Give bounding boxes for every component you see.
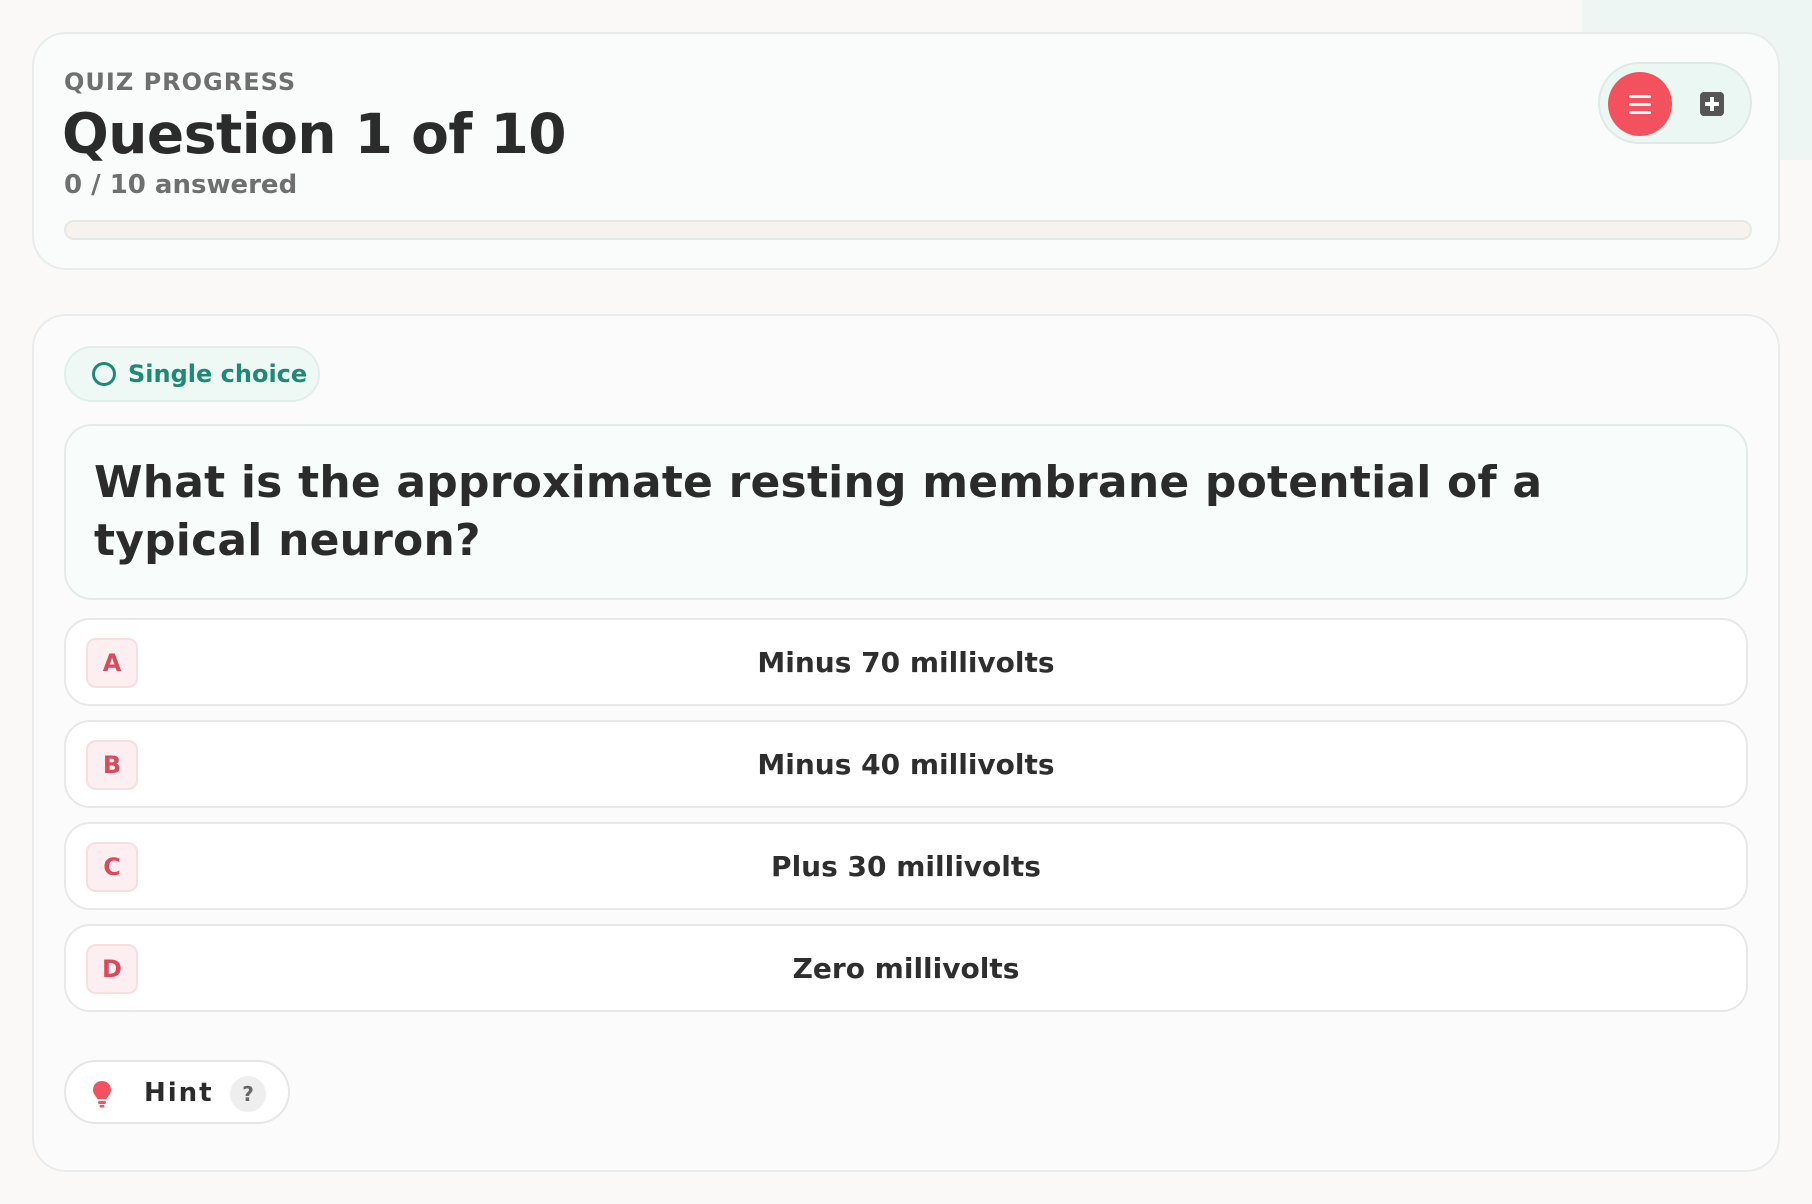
lightbulb-icon [93,1081,111,1108]
hint-label: Hint [144,1078,214,1108]
question-card: Single choice What is the approximate re… [32,314,1780,1172]
hint-button[interactable]: Hint ? [64,1060,290,1124]
radio-circle-icon [92,362,116,386]
answer-option-b[interactable]: B Minus 40 millivolts [64,720,1748,808]
question-text: What is the approximate resting membrane… [94,457,1543,566]
answer-option-a[interactable]: A Minus 70 millivolts [64,618,1748,706]
answered-count: 0 / 10 answered [64,170,298,200]
hamburger-menu-icon [1629,94,1651,98]
question-type-badge: Single choice [64,346,320,402]
option-text: Minus 70 millivolts [757,645,1055,679]
question-prompt-box: What is the approximate resting membrane… [64,424,1748,600]
quiz-toolbar [1598,62,1752,144]
add-square-icon[interactable] [1700,92,1724,116]
question-mark-icon: ? [230,1076,266,1112]
progress-eyebrow: QUIZ PROGRESS [64,68,297,96]
answer-option-c[interactable]: C Plus 30 millivolts [64,822,1748,910]
option-text: Plus 30 millivolts [771,849,1041,883]
question-type-label: Single choice [128,360,308,388]
answer-option-d[interactable]: D Zero millivolts [64,924,1748,1012]
option-text: Minus 40 millivolts [757,747,1055,781]
option-text: Zero millivolts [792,951,1020,985]
progress-bar [64,220,1752,240]
question-counter-title: Question 1 of 10 [62,102,567,166]
menu-button[interactable] [1608,72,1672,136]
quiz-progress-card: QUIZ PROGRESS Question 1 of 10 0 / 10 an… [32,32,1780,270]
quiz-page: QUIZ PROGRESS Question 1 of 10 0 / 10 an… [0,0,1812,1204]
